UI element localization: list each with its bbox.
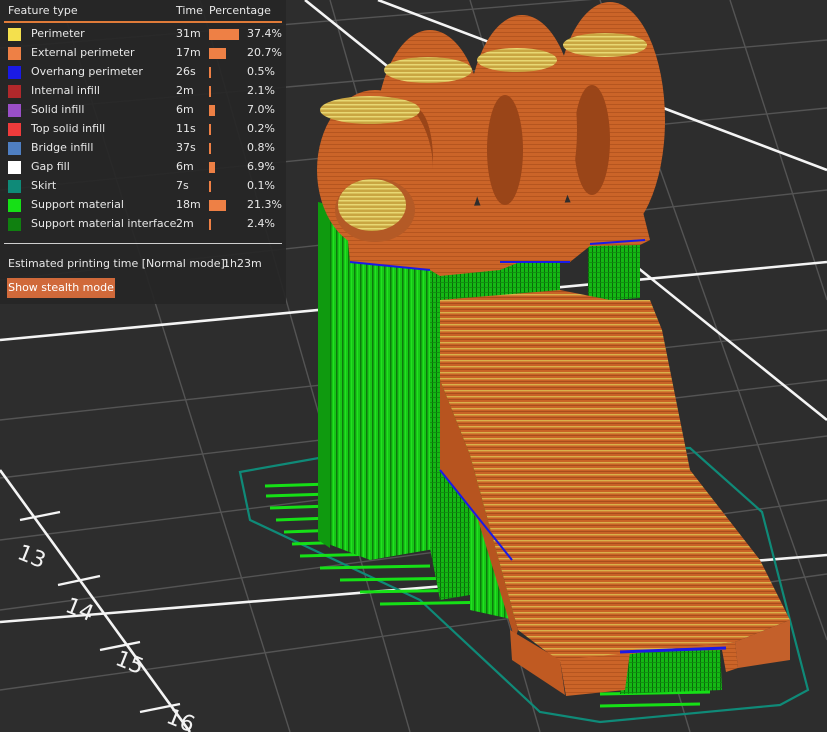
- feature-percentage: 2.4%: [247, 217, 275, 230]
- feature-percentage: 21.3%: [247, 198, 282, 211]
- header-percentage: Percentage: [209, 4, 271, 17]
- legend-row-support-material-interface: Support material interface 2m 2.4%: [8, 216, 282, 235]
- feature-percentage: 0.1%: [247, 179, 275, 192]
- feature-time: 18m: [176, 198, 201, 211]
- percentage-bar: [209, 86, 211, 97]
- estimated-time-label: Estimated printing time [Normal mode]:: [8, 257, 229, 270]
- color-swatch: [8, 123, 21, 136]
- header-feature-type: Feature type: [8, 4, 78, 17]
- feature-time: 6m: [176, 160, 194, 173]
- feature-percentage: 2.1%: [247, 84, 275, 97]
- header-divider: [4, 21, 282, 23]
- feature-percentage: 0.8%: [247, 141, 275, 154]
- percentage-bar: [209, 143, 211, 154]
- feature-time: 37s: [176, 141, 196, 154]
- feature-name: Overhang perimeter: [31, 65, 143, 78]
- color-swatch: [8, 180, 21, 193]
- percentage-bar: [209, 181, 211, 192]
- legend-row-external-perimeter: External perimeter 17m 20.7%: [8, 45, 282, 64]
- feature-name: Gap fill: [31, 160, 70, 173]
- feature-percentage: 37.4%: [247, 27, 282, 40]
- feature-percentage: 6.9%: [247, 160, 275, 173]
- percentage-bar: [209, 200, 227, 211]
- feature-time: 2m: [176, 217, 194, 230]
- legend-divider: [4, 243, 282, 244]
- legend-row-overhang-perimeter: Overhang perimeter 26s 0.5%: [8, 64, 282, 83]
- feature-time: 7s: [176, 179, 189, 192]
- color-swatch: [8, 218, 21, 231]
- feature-name: Top solid infill: [31, 122, 106, 135]
- feature-percentage: 0.5%: [247, 65, 275, 78]
- percentage-bar: [209, 67, 211, 78]
- feature-name: Solid infill: [31, 103, 85, 116]
- feature-name: Perimeter: [31, 27, 85, 40]
- feature-percentage: 20.7%: [247, 46, 282, 59]
- legend-row-bridge-infill: Bridge infill 37s 0.8%: [8, 140, 282, 159]
- feature-name: Skirt: [31, 179, 57, 192]
- legend-row-skirt: Skirt 7s 0.1%: [8, 178, 282, 197]
- feature-time: 6m: [176, 103, 194, 116]
- legend-row-solid-infill: Solid infill 6m 7.0%: [8, 102, 282, 121]
- percentage-bar: [209, 162, 215, 173]
- feature-name: Internal infill: [31, 84, 100, 97]
- feature-percentage: 7.0%: [247, 103, 275, 116]
- estimated-time-value: 1h23m: [223, 257, 262, 270]
- header-time: Time: [176, 4, 203, 17]
- color-swatch: [8, 142, 21, 155]
- feature-time: 31m: [176, 27, 201, 40]
- color-swatch: [8, 199, 21, 212]
- color-swatch: [8, 28, 21, 41]
- percentage-bar: [209, 124, 211, 135]
- legend-row-support-material: Support material 18m 21.3%: [8, 197, 282, 216]
- feature-name: Support material interface: [31, 217, 177, 230]
- feature-name: External perimeter: [31, 46, 135, 59]
- legend-row-top-solid-infill: Top solid infill 11s 0.2%: [8, 121, 282, 140]
- percentage-bar: [209, 48, 226, 59]
- percentage-bar: [209, 29, 239, 40]
- feature-name: Bridge infill: [31, 141, 94, 154]
- estimated-time: Estimated printing time [Normal mode]: 1…: [8, 257, 262, 270]
- feature-time: 26s: [176, 65, 196, 78]
- color-swatch: [8, 161, 21, 174]
- feature-percentage: 0.2%: [247, 122, 275, 135]
- color-swatch: [8, 66, 21, 79]
- color-swatch: [8, 47, 21, 60]
- legend-row-perimeter: Perimeter 31m 37.4%: [8, 26, 282, 45]
- color-swatch: [8, 85, 21, 98]
- legend-panel: Feature type Time Percentage Perimeter 31…: [0, 0, 286, 304]
- feature-time: 11s: [176, 122, 196, 135]
- legend-row-internal-infill: Internal infill 2m 2.1%: [8, 83, 282, 102]
- feature-time: 17m: [176, 46, 201, 59]
- percentage-bar: [209, 105, 215, 116]
- feature-name: Support material: [31, 198, 124, 211]
- percentage-bar: [209, 219, 211, 230]
- feature-time: 2m: [176, 84, 194, 97]
- color-swatch: [8, 104, 21, 117]
- show-stealth-mode-button[interactable]: Show stealth mode: [7, 278, 115, 298]
- legend-header: Feature type Time Percentage: [8, 4, 282, 20]
- legend-row-gap-fill: Gap fill 6m 6.9%: [8, 159, 282, 178]
